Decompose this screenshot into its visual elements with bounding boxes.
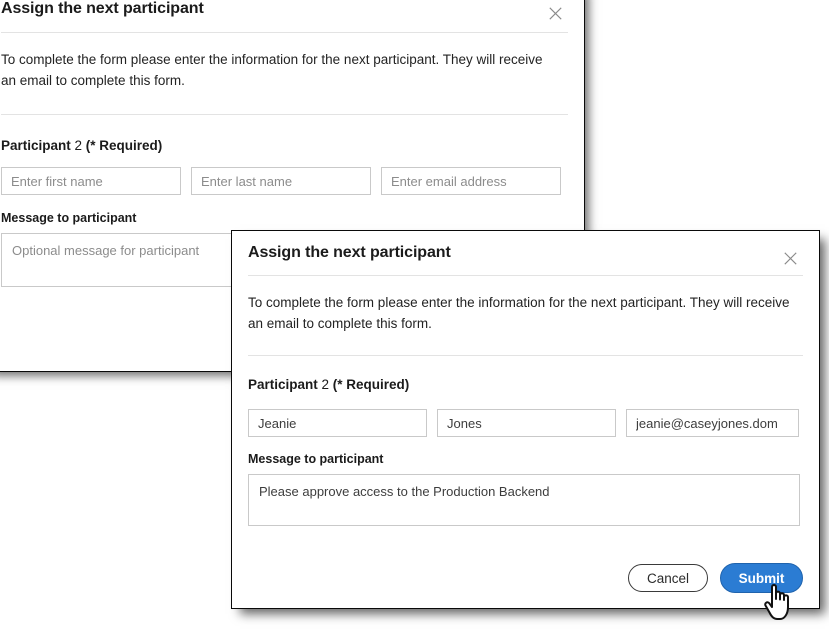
participant-section-label: Participant 2 (* Required)	[1, 115, 568, 153]
page-title: Assign the next participant	[1, 0, 204, 17]
message-label: Message to participant	[248, 452, 384, 466]
submit-button[interactable]: Submit	[720, 563, 803, 593]
dialog-description: To complete the form please enter the in…	[248, 295, 790, 331]
first-name-input[interactable]	[1, 167, 181, 195]
page-title: Assign the next participant	[248, 244, 451, 261]
first-name-input[interactable]	[248, 409, 427, 437]
email-input[interactable]	[626, 409, 799, 437]
dialog-header: Assign the next participant	[248, 231, 803, 275]
cancel-button[interactable]: Cancel	[628, 564, 708, 592]
message-textarea[interactable]: Please approve access to the Production …	[248, 474, 800, 526]
dialog-description: To complete the form please enter the in…	[1, 52, 543, 88]
last-name-input[interactable]	[191, 167, 371, 195]
close-icon[interactable]	[544, 2, 566, 24]
dialog-footer: Cancel Submit	[248, 563, 803, 593]
participant-fields-row	[1, 167, 568, 195]
email-input[interactable]	[381, 167, 561, 195]
message-label: Message to participant	[1, 211, 137, 225]
participant-label-word: Participant	[1, 138, 71, 153]
last-name-input[interactable]	[437, 409, 616, 437]
participant-section-label: Participant 2 (* Required)	[248, 356, 803, 392]
participant-required-note: (* Required)	[85, 138, 163, 153]
participant-number: 2	[317, 377, 333, 392]
participant-fields-row	[248, 409, 803, 437]
assign-participant-dialog-foreground: Assign the next participant To complete …	[231, 230, 820, 609]
participant-number: 2	[70, 138, 86, 153]
dialog-header: Assign the next participant	[1, 0, 568, 32]
participant-label-word: Participant	[248, 377, 318, 392]
participant-required-note: (* Required)	[332, 377, 410, 392]
close-icon[interactable]	[779, 247, 801, 269]
